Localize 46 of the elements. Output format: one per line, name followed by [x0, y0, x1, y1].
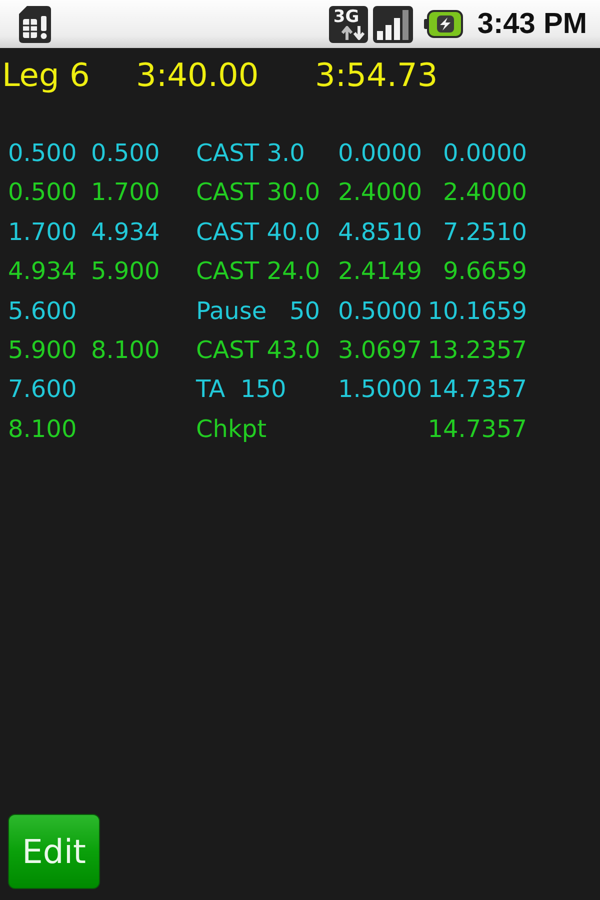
table-cell-text: 0.0000 [443, 138, 527, 169]
table-cell-text: 7.2510 [443, 216, 527, 248]
table-cell-text: CAST 30.0 [196, 177, 320, 208]
table-cell-text: 4.934 [91, 216, 160, 248]
data-arrows-icon [341, 26, 366, 40]
table-cell-text: 2.4000 [443, 177, 527, 208]
sim-card-warning-icon [18, 6, 52, 42]
table-cell-text: CAST 43.0 [196, 334, 320, 366]
table-cell-text: 1.700 [91, 177, 160, 208]
table-cell-text: 4.8510 [338, 216, 422, 248]
table-cell-text: CAST 24.0 [196, 256, 320, 288]
table-cell-text: 0.500 [91, 138, 160, 169]
table-cell-text: 1.5000 [338, 374, 422, 406]
edit-button[interactable]: Edit [8, 814, 100, 889]
table-cell-text: 13.2357 [428, 334, 527, 366]
table-cell-text: 0.0000 [338, 138, 422, 169]
table-cell-text: 4.934 [8, 256, 77, 288]
table-cell-text: Pause 50 [196, 296, 320, 327]
table-cell-text: 9.6659 [443, 256, 527, 288]
table-cell-text: 2.4149 [338, 256, 422, 288]
table-cell-text: 10.1659 [428, 296, 527, 327]
network-type-text: 3G [333, 8, 360, 26]
table-cell-text: 3.0697 [338, 334, 422, 366]
table-cell-text: 0.500 [8, 177, 77, 208]
table-cell-text: 14.7357 [428, 414, 527, 445]
table-cell-text: 8.100 [91, 334, 160, 366]
status-bar-time: 3:43 PM [477, 7, 587, 41]
time-text: 3:40.00 [136, 55, 259, 95]
time-text: 3:54.73 [315, 55, 438, 95]
table-cell-text: 8.100 [8, 414, 77, 445]
table-cell-text: 2.4000 [338, 177, 422, 208]
table-cell-text: CAST 3.0 [196, 138, 305, 169]
table-cell-text: TA 150 [196, 374, 286, 406]
table-cell-text: 5.600 [8, 296, 77, 327]
table-cell-text: 0.500 [8, 138, 77, 169]
table-cell-text: CAST 40.0 [196, 216, 320, 248]
table-cell-text: 5.900 [8, 334, 77, 366]
table-cell-text: 14.7357 [428, 374, 527, 406]
battery-charging-icon [424, 10, 464, 38]
table-cell-text: 0.5000 [338, 296, 422, 327]
table-cell-text: 5.900 [91, 256, 160, 288]
table-cell-text: 1.700 [8, 216, 77, 248]
table-cell-text: Chkpt [196, 414, 267, 445]
leg-title: Leg 6 [2, 55, 90, 95]
table-cell-text: 7.600 [8, 374, 77, 406]
signal-strength-icon [373, 6, 414, 42]
